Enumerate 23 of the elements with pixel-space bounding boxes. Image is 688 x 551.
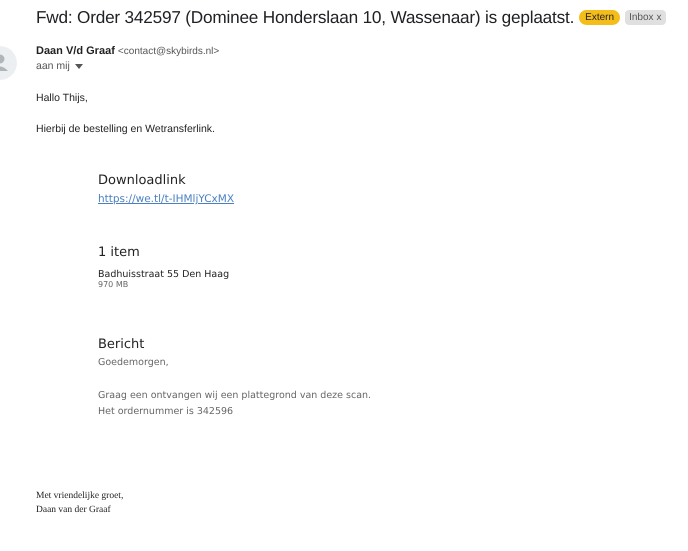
caret-icon[interactable] — [74, 64, 83, 68]
section-heading: Bericht — [98, 337, 146, 352]
label-text: Extern — [585, 12, 614, 23]
email-subject: Fwd: Order 342597 (Dominee Honderslaan 10, Wassenaar) is geplaatst. — [36, 7, 574, 28]
recipient-text: aan mij — [36, 60, 70, 72]
sender-name: Daan V/d Graaf — [36, 45, 115, 57]
remove-label-button[interactable]: x — [656, 12, 662, 23]
file-size: 970 MB — [98, 280, 130, 289]
message-line: Het ordernummer is 342596 — [98, 406, 234, 417]
message-line: Goedemorgen, — [98, 357, 170, 368]
file-name: Badhuisstraat 55 Den Haag — [98, 269, 230, 280]
folder-label[interactable]: Inbox x — [625, 10, 666, 25]
section-heading: 1 item — [98, 245, 141, 260]
body-paragraph: Hierbij de bestelling en Wetransferlink. — [36, 123, 216, 135]
signature-line: Daan van der Graaf — [36, 504, 112, 517]
section-heading: Downloadlink — [98, 173, 187, 188]
label-text: Inbox — [629, 12, 654, 23]
body-paragraph: Hallo Thijs, — [36, 92, 89, 104]
tag-label[interactable]: Extern — [579, 10, 620, 25]
download-link[interactable]: https://we.tl/t-IHMljYCxMX — [98, 193, 688, 205]
message-line: Graag een ontvangen wij een plattegrond van deze scan. — [98, 390, 372, 401]
sender-email: <contact@skybirds.nl> — [118, 46, 220, 57]
signature-line: Met vriendelijke groet, — [36, 490, 124, 503]
